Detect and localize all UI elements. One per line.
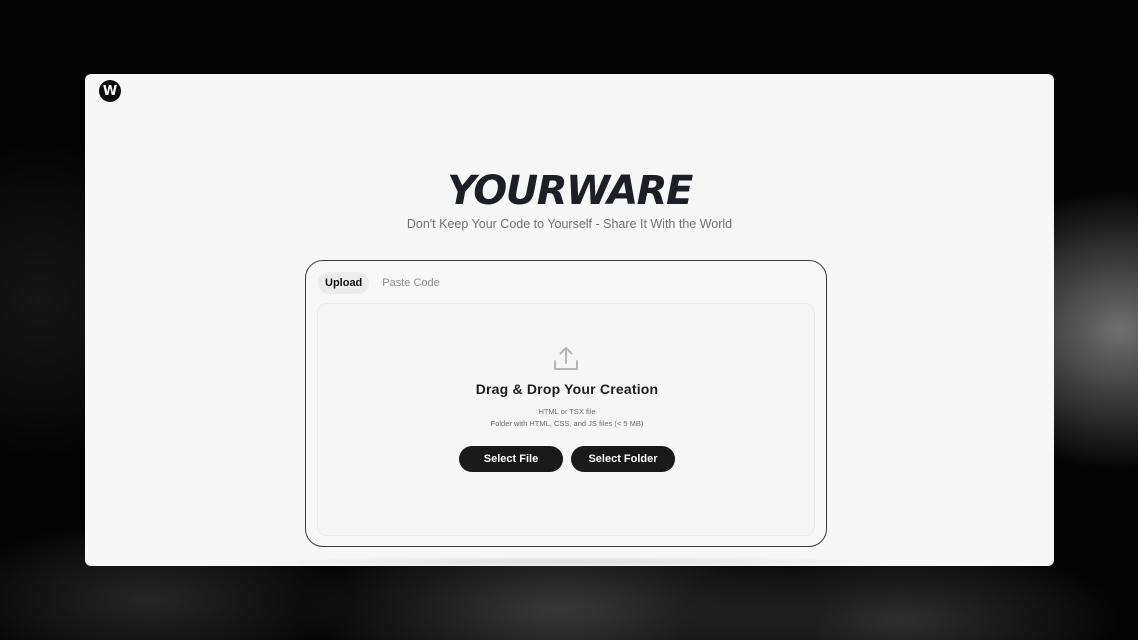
- drop-zone[interactable]: Drag & Drop Your Creation HTML or TSX fi…: [317, 303, 815, 536]
- upload-icon: [554, 347, 578, 370]
- tab-paste-code[interactable]: Paste Code: [375, 272, 446, 294]
- brand-title: YOURWARE: [447, 168, 693, 214]
- app-window: W YOURWARE Don't Keep Your Code to Yours…: [85, 74, 1054, 566]
- dropzone-hint-file: HTML or TSX file: [538, 407, 596, 416]
- panel-shadow: [235, 556, 905, 566]
- logo-letter: W: [102, 83, 118, 99]
- tagline: Don't Keep Your Code to Yourself - Share…: [406, 217, 733, 231]
- yourware-logo-icon[interactable]: W: [99, 80, 121, 102]
- tab-upload[interactable]: Upload: [318, 272, 370, 294]
- tab-bar: Upload Paste Code: [318, 272, 447, 294]
- dropzone-hint-folder: Folder with HTML, CSS, and JS files (< 5…: [490, 419, 644, 428]
- dropzone-title: Drag & Drop Your Creation: [475, 381, 659, 397]
- select-file-button[interactable]: Select File: [459, 446, 563, 472]
- select-folder-button[interactable]: Select Folder: [571, 446, 675, 472]
- upload-panel: Upload Paste Code Drag & Drop Your Creat…: [305, 260, 827, 547]
